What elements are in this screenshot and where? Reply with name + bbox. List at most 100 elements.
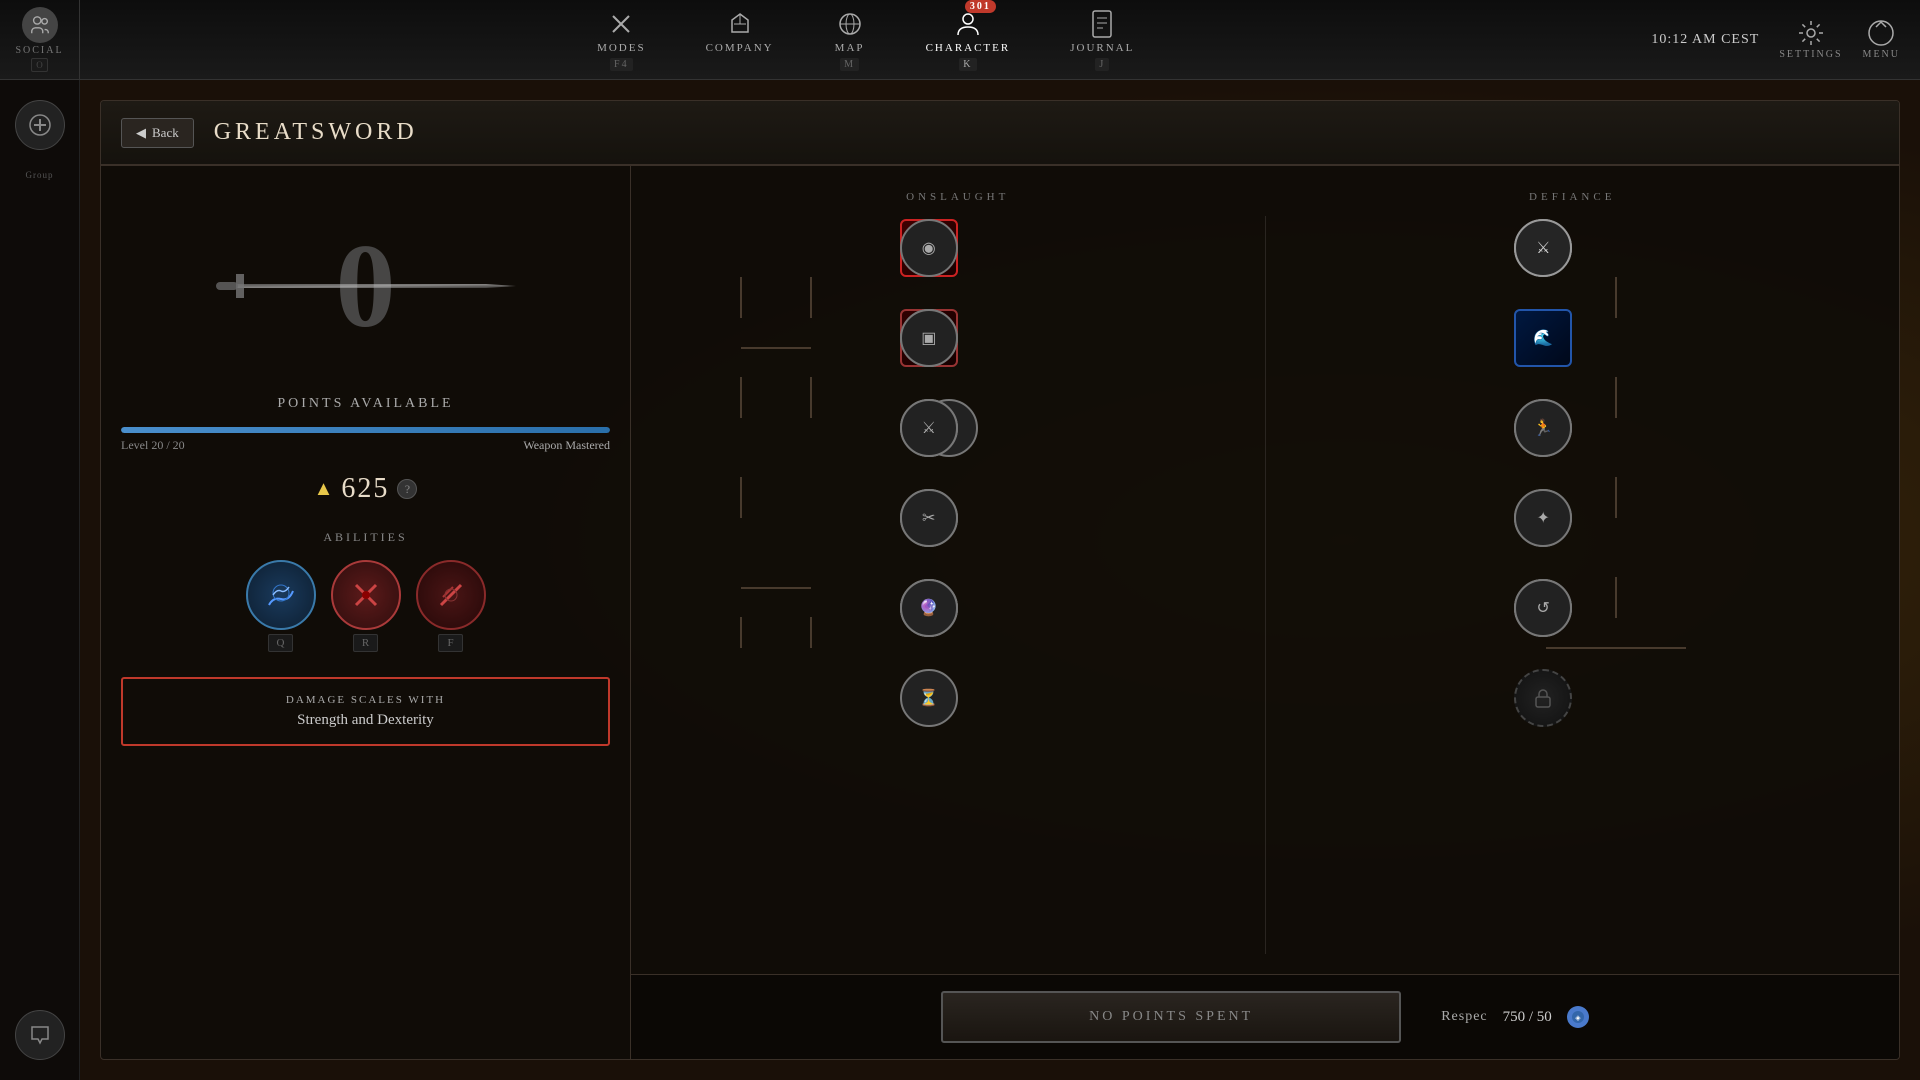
back-chevron-icon: ◀ [136, 125, 146, 141]
character-label: CHARACTER [926, 42, 1011, 54]
settings-button[interactable]: SETTINGS [1779, 19, 1842, 60]
character-icon: 301 [952, 8, 984, 40]
journal-label: JOURNAL [1070, 42, 1134, 54]
respec-value: 750 / 50 [1503, 1009, 1552, 1026]
topbar-right: 10:12 AM CEST SETTINGS MENU [1651, 19, 1920, 60]
no-points-button[interactable]: NO POINTS SPENT [941, 991, 1401, 1043]
level-info: Level 20 / 20 Weapon Mastered [121, 438, 610, 453]
left-pane: 0 [101, 166, 631, 1059]
journal-icon [1086, 8, 1118, 40]
level-bar-fill [121, 427, 610, 433]
main-nav: MODES F4 COMPANY F [80, 8, 1651, 71]
skill-node-d19[interactable]: ↺ [1514, 579, 1572, 637]
onslaught-content: ✦ ⊘ ✕ ◉ ⚡ ✸ ◈ ▣ [651, 218, 1265, 954]
ability-icon-r[interactable] [331, 560, 401, 630]
level-bar-container: Level 20 / 20 Weapon Mastered [121, 427, 610, 453]
respec-row: Respec 750 / 50 ◈ [1441, 1006, 1589, 1028]
character-hotkey: K [959, 58, 976, 71]
xp-triangle-icon: ▲ [314, 478, 334, 501]
skill-node-o19[interactable]: 🔮 [900, 579, 958, 637]
skill-node-o4[interactable]: ◉ [900, 219, 958, 277]
damage-scales-title: DAMAGE SCALES WITH [143, 694, 588, 706]
ability-slot-r: R [331, 560, 401, 652]
skill-node-d15[interactable]: ✦ [1514, 489, 1572, 547]
respec-label: Respec [1441, 1009, 1487, 1025]
page-title: GREATSWORD [214, 119, 418, 146]
bottom-bar: NO POINTS SPENT Respec 750 / 50 ◈ [631, 974, 1899, 1059]
ability-icon-q[interactable] [246, 560, 316, 630]
clock-display: 10:12 AM CEST [1651, 32, 1759, 48]
menu-label: MENU [1863, 49, 1900, 60]
topbar: SOCIAL O MODES F4 COMPANY [0, 0, 1920, 80]
defiance-content: ⏱ ☽ 🛡 ⚔ 🛡 ⬆ ↗ 🌊 [1266, 218, 1880, 954]
ability-slot-f: F [416, 560, 486, 652]
journal-hotkey: J [1095, 58, 1109, 71]
skill-node-o20[interactable]: ⏳ [900, 669, 958, 727]
onslaught-row4: ⚙ ☠ ✂ [651, 518, 1265, 576]
skill-node-o15[interactable]: ✂ [900, 489, 958, 547]
map-icon [834, 8, 866, 40]
xp-display: ▲ 625 ? [314, 473, 418, 505]
nav-company[interactable]: COMPANY F [706, 8, 774, 71]
level-current: 20 / 20 [151, 438, 184, 452]
points-available-label: POINTS AVAILABLE [277, 396, 453, 412]
right-pane: ONSLAUGHT [631, 166, 1899, 1059]
ability-slot-q: Q [246, 560, 316, 652]
skill-node-d20-locked[interactable] [1514, 669, 1572, 727]
skill-node-d4[interactable]: ⚔ [1514, 219, 1572, 277]
settings-label: SETTINGS [1779, 49, 1842, 60]
abilities-row: Q R [121, 560, 610, 652]
social-section[interactable]: SOCIAL O [0, 0, 80, 79]
social-icon [22, 7, 58, 43]
ability-icon-f[interactable] [416, 560, 486, 630]
group-label: Group [26, 170, 54, 180]
company-icon [724, 8, 756, 40]
ability-key-f: F [438, 634, 462, 652]
back-button[interactable]: ◀ Back [121, 118, 194, 148]
sword-icon [216, 246, 516, 326]
map-label: MAP [835, 42, 865, 54]
skill-tree-area: ONSLAUGHT [631, 166, 1899, 974]
skill-node-o12[interactable]: ⚔ [900, 399, 958, 457]
nav-journal[interactable]: JOURNAL J [1070, 8, 1134, 71]
back-label: Back [152, 125, 179, 141]
respec-coin-icon: ◈ [1567, 1006, 1589, 1028]
abilities-section: ABILITIES Q [121, 530, 610, 652]
trees-wrapper: ONSLAUGHT [651, 186, 1879, 954]
level-label: Level [121, 438, 148, 452]
skill-node-o8[interactable]: ▣ [900, 309, 958, 367]
company-label: COMPANY [706, 42, 774, 54]
no-points-label: NO POINTS SPENT [1089, 1009, 1253, 1025]
ability-key-r: R [353, 634, 378, 652]
defiance-tree-col: DEFIANCE [1266, 186, 1880, 954]
add-group-button[interactable] [15, 100, 65, 150]
skill-node-d12[interactable]: 🏃 [1514, 399, 1572, 457]
social-label: SOCIAL [15, 45, 63, 56]
sidebar-left: Group [0, 80, 80, 1080]
onslaught-tree-col: ONSLAUGHT [651, 186, 1265, 954]
weapon-visual: 0 [121, 186, 610, 386]
onslaught-connectors [651, 218, 1265, 954]
menu-button[interactable]: MENU [1863, 19, 1900, 60]
abilities-title: ABILITIES [121, 530, 610, 545]
main-content: ◀ Back GREATSWORD 0 [80, 80, 1920, 1080]
nav-map[interactable]: MAP M [834, 8, 866, 71]
xp-help-button[interactable]: ? [397, 479, 417, 499]
level-bar-background [121, 427, 610, 433]
defiance-row4: ☠ 🔧 ✦ [1266, 518, 1880, 576]
chat-button[interactable] [15, 1010, 65, 1060]
svg-text:◈: ◈ [1575, 1014, 1581, 1022]
character-badge: 301 [965, 0, 996, 13]
damage-scales-value: Strength and Dexterity [143, 712, 588, 729]
weapon-panel: ◀ Back GREATSWORD 0 [100, 100, 1900, 1060]
nav-character[interactable]: 301 CHARACTER K [926, 8, 1011, 71]
mastery-label: Weapon Mastered [523, 438, 610, 453]
onslaught-title: ONSLAUGHT [651, 186, 1265, 218]
nav-modes[interactable]: MODES F4 [597, 8, 646, 71]
panel-header: ◀ Back GREATSWORD [101, 101, 1899, 166]
modes-icon [605, 8, 637, 40]
defiance-connectors [1266, 218, 1880, 954]
skill-node-d8[interactable]: 🌊 [1514, 309, 1572, 367]
level-display: Level 20 / 20 [121, 438, 185, 453]
map-hotkey: M [840, 58, 859, 71]
